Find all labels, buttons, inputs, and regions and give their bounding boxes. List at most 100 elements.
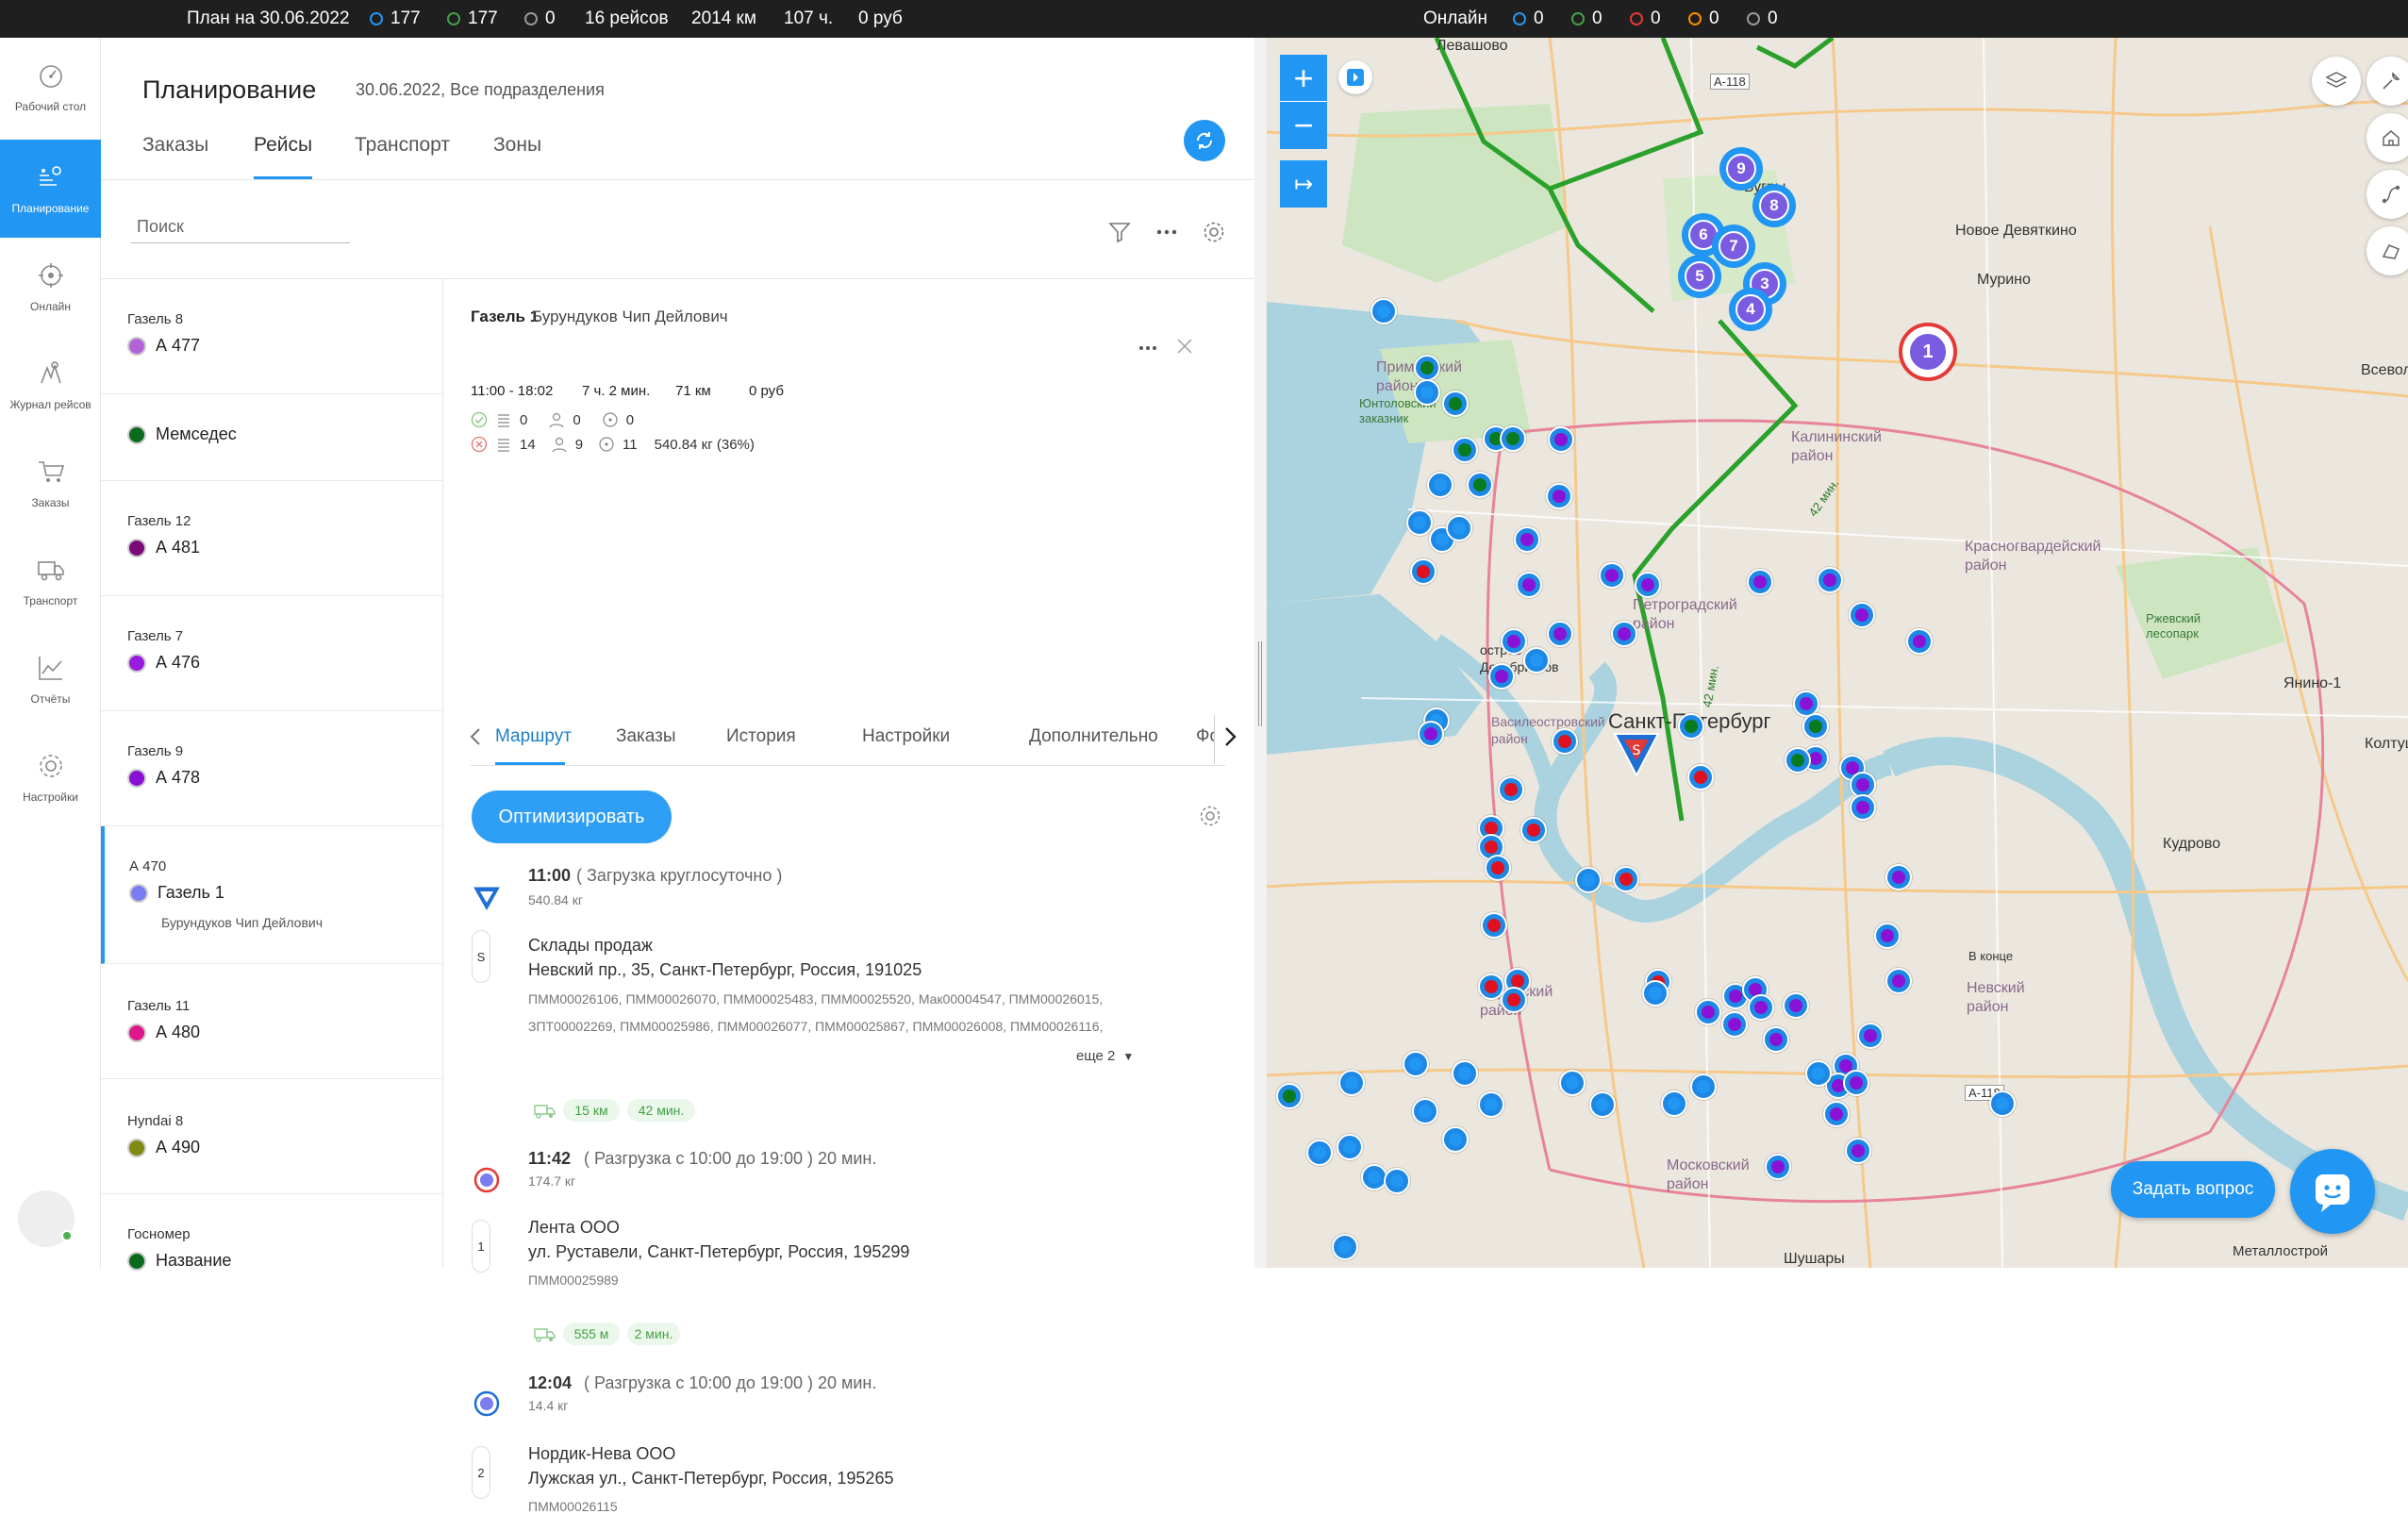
tabs-scroll-left[interactable]: [463, 723, 488, 751]
delivery-point-marker[interactable]: [1337, 1134, 1363, 1160]
collapse-panel-button[interactable]: [1338, 60, 1372, 94]
delivery-point-marker[interactable]: [1906, 628, 1933, 655]
delivery-point-marker[interactable]: [1661, 1090, 1687, 1117]
delivery-point-marker[interactable]: [1384, 1168, 1410, 1194]
delivery-point-marker[interactable]: [1850, 794, 1876, 821]
tab-trip-settings[interactable]: Настройки: [862, 726, 950, 747]
tab-history[interactable]: История: [726, 726, 796, 747]
delivery-point-marker[interactable]: [1410, 558, 1436, 585]
close-trip-button[interactable]: [1171, 332, 1199, 360]
delivery-point-marker[interactable]: [1548, 426, 1574, 453]
trip-more-button[interactable]: [1131, 334, 1165, 362]
delivery-point-marker[interactable]: [1747, 569, 1773, 595]
tab-orders[interactable]: Заказы: [142, 134, 208, 157]
delivery-point-marker[interactable]: [1446, 515, 1472, 541]
panel-resize-handle[interactable]: [1254, 38, 1267, 1268]
map-action-button[interactable]: [2366, 113, 2408, 162]
vehicle-card[interactable]: Газель 11 А 480: [101, 964, 443, 1079]
chat-button[interactable]: [2290, 1149, 2375, 1234]
delivery-point-marker[interactable]: [1514, 526, 1540, 553]
vehicle-card[interactable]: Газель 9 А 478: [101, 711, 443, 826]
delivery-point-marker[interactable]: [1498, 776, 1524, 803]
delivery-point-marker[interactable]: [1332, 1234, 1358, 1260]
delivery-point-marker[interactable]: [1306, 1140, 1333, 1166]
delivery-point-marker[interactable]: [1575, 867, 1602, 893]
delivery-point-marker[interactable]: [1765, 1154, 1791, 1180]
more-options-button[interactable]: [1148, 213, 1186, 251]
tab-zones[interactable]: Зоны: [493, 134, 541, 157]
tab-transport[interactable]: Транспорт: [355, 134, 450, 157]
depot-map-marker[interactable]: S: [1613, 732, 1660, 777]
route-settings-button[interactable]: [1195, 801, 1225, 831]
delivery-point-marker[interactable]: [1845, 1138, 1871, 1164]
vehicle-card[interactable]: Газель 12 А 481: [101, 481, 443, 596]
delivery-point-marker[interactable]: [1613, 866, 1639, 892]
delivery-point-marker[interactable]: [1414, 379, 1440, 406]
vehicle-card[interactable]: Газель 8 А 477: [101, 279, 443, 394]
delivery-point-marker[interactable]: [1783, 992, 1809, 1019]
delivery-point-marker[interactable]: [1589, 1091, 1616, 1118]
search-input[interactable]: Поиск: [131, 215, 350, 243]
delivery-point-marker[interactable]: [1611, 621, 1637, 647]
delivery-point-marker[interactable]: [1467, 472, 1493, 498]
tab-route[interactable]: Маршрут: [495, 726, 572, 747]
delivery-point-marker[interactable]: [1763, 1026, 1789, 1053]
layers-button[interactable]: [2312, 57, 2361, 106]
tools-button[interactable]: [2366, 57, 2408, 106]
vehicle-card-selected[interactable]: А 470 Газель 1 Бурундуков Чип Дейлович: [101, 826, 443, 964]
map-view[interactable]: Левашово Бугры Новое Девяткино Мурино Вс…: [1267, 38, 2408, 1268]
tabs-scroll-right[interactable]: [1216, 721, 1244, 753]
delivery-point-marker[interactable]: [1805, 1060, 1832, 1087]
cluster-marker-selected[interactable]: 1: [1899, 323, 1957, 381]
delivery-point-marker[interactable]: [1516, 572, 1542, 598]
vehicle-card[interactable]: Мемседес: [101, 394, 443, 481]
delivery-point-marker[interactable]: [1452, 437, 1478, 463]
plan-date-label[interactable]: План на 30.06.2022: [187, 8, 350, 29]
delivery-point-marker[interactable]: [1478, 1091, 1504, 1118]
nav-reports[interactable]: Отчёты: [0, 630, 101, 728]
delivery-point-marker[interactable]: [1414, 355, 1440, 381]
nav-dashboard[interactable]: Рабочий стол: [0, 38, 101, 136]
delivery-point-marker[interactable]: [1442, 1126, 1469, 1153]
delivery-point-marker[interactable]: [1523, 647, 1550, 674]
delivery-point-marker[interactable]: [1520, 817, 1547, 843]
stop-name[interactable]: Нордик-Нева ООО: [528, 1444, 675, 1464]
optimize-button[interactable]: Оптимизировать: [472, 790, 672, 843]
delivery-point-marker[interactable]: [1857, 1023, 1884, 1049]
filter-button[interactable]: [1101, 213, 1138, 251]
delivery-point-marker[interactable]: [1412, 1098, 1438, 1124]
delivery-point-marker[interactable]: [1427, 472, 1453, 498]
delivery-point-marker[interactable]: [1478, 973, 1504, 1000]
nav-journal[interactable]: Журнал рейсов: [0, 336, 101, 434]
cluster-marker[interactable]: 4: [1729, 288, 1772, 331]
delivery-point-marker[interactable]: [1406, 509, 1433, 536]
delivery-point-marker[interactable]: [1817, 567, 1843, 593]
delivery-point-marker[interactable]: [1748, 994, 1774, 1021]
delivery-point-marker[interactable]: [1442, 391, 1469, 417]
delivery-point-marker[interactable]: [1687, 764, 1714, 790]
delivery-point-marker[interactable]: [1418, 721, 1444, 747]
delivery-point-marker[interactable]: [1599, 562, 1625, 589]
delivery-point-marker[interactable]: [1802, 713, 1829, 740]
draw-zone-button[interactable]: [2366, 226, 2408, 275]
delivery-point-marker[interactable]: [1635, 572, 1661, 598]
delivery-point-marker[interactable]: [1403, 1051, 1429, 1077]
delivery-point-marker[interactable]: [1500, 425, 1526, 452]
delivery-point-marker[interactable]: [1547, 621, 1573, 647]
ask-question-button[interactable]: Задать вопрос: [2111, 1161, 2275, 1218]
delivery-point-marker[interactable]: [1481, 912, 1507, 939]
zoom-out-button[interactable]: −: [1280, 102, 1327, 149]
delivery-point-marker[interactable]: [1989, 1090, 2016, 1117]
delivery-point-marker[interactable]: [1276, 1083, 1303, 1109]
delivery-point-marker[interactable]: [1695, 999, 1721, 1025]
expand-map-button[interactable]: ↦: [1280, 160, 1327, 208]
delivery-point-marker[interactable]: [1690, 1073, 1717, 1100]
vehicle-card[interactable]: Газель 7 А 476: [101, 596, 443, 711]
list-settings-button[interactable]: [1195, 213, 1233, 251]
nav-online[interactable]: Онлайн: [0, 238, 101, 336]
delivery-point-marker[interactable]: [1485, 855, 1511, 881]
delivery-point-marker[interactable]: [1501, 628, 1527, 655]
delivery-point-marker[interactable]: [1501, 987, 1527, 1013]
stop-name[interactable]: Лента ООО: [528, 1218, 620, 1238]
cluster-marker[interactable]: 7: [1712, 225, 1755, 268]
